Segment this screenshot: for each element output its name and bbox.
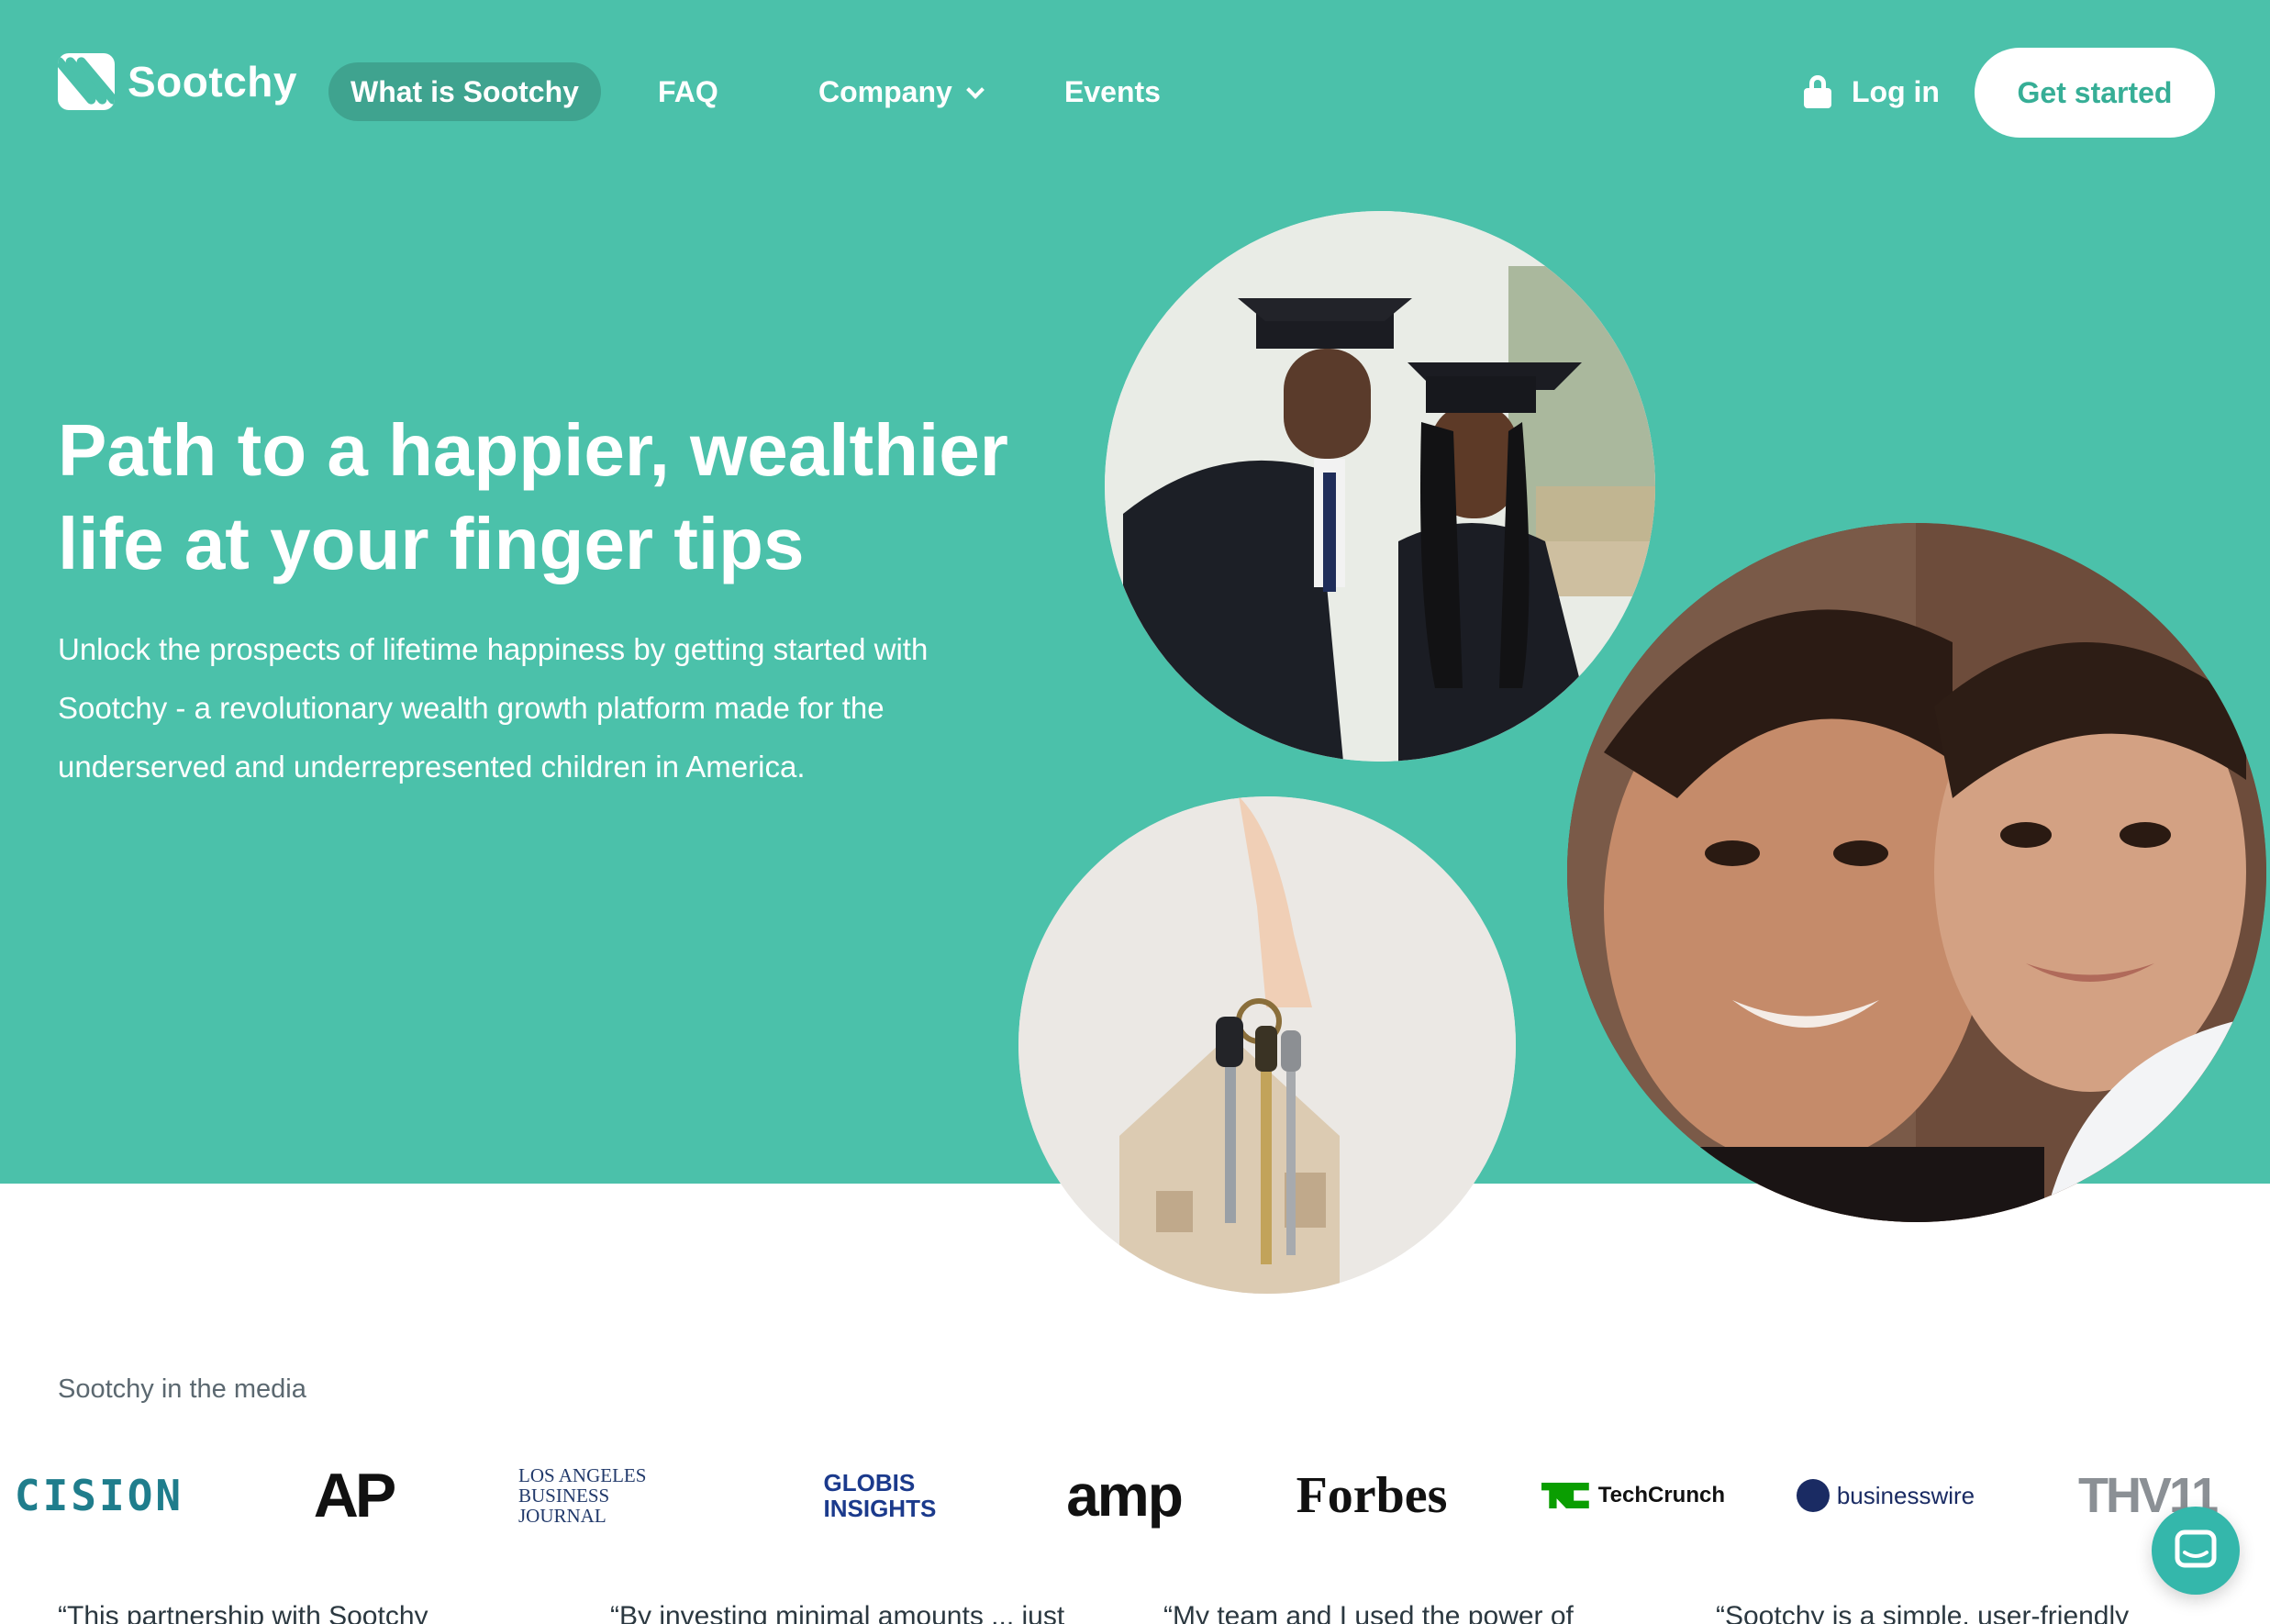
hero-subtext: Unlock the prospects of lifetime happine…: [58, 632, 929, 784]
chevron-down-icon: [965, 81, 985, 99]
nav-item-what-is-sootchy[interactable]: What is Sootchy: [328, 62, 601, 121]
forbes-logo: Forbes: [1296, 1467, 1448, 1524]
media-logo-row: CISION AP Los Angeles Business Journal G…: [0, 1459, 2270, 1532]
nav-item-company-label: Company: [818, 75, 952, 108]
get-started-button[interactable]: Get started: [1975, 48, 2215, 138]
businesswire-mark-icon: [1796, 1479, 1830, 1512]
login-label: Log in: [1852, 74, 1940, 108]
sootchy-logo-icon: [58, 53, 115, 110]
testimonial-snippet: “Sootchy is a simple, user-friendly: [1716, 1601, 2130, 1624]
testimonial-snippet: “My team and I used the power of: [1163, 1601, 1574, 1624]
testimonial-snippet: “By investing minimal amounts ... just: [610, 1601, 1065, 1624]
graduates-photo: [1105, 211, 1655, 762]
businesswire-logo: businesswire: [1794, 1459, 1977, 1532]
lock-icon: [1804, 75, 1831, 108]
house-keys-photo: [1018, 796, 1516, 1294]
nav-item-faq[interactable]: FAQ: [636, 62, 740, 121]
brand-logo[interactable]: Sootchy: [58, 53, 297, 110]
ap-logo: AP: [313, 1461, 396, 1530]
login-link[interactable]: Log in: [1804, 62, 1940, 121]
chat-widget-button[interactable]: [2152, 1507, 2240, 1595]
nav-item-company[interactable]: Company: [796, 62, 1004, 121]
media-section-title: Sootchy in the media: [58, 1374, 306, 1404]
globis-insights-logo: GLOBIS INSIGHTS: [823, 1469, 937, 1522]
cision-logo: CISION: [14, 1471, 184, 1520]
brand-name: Sootchy: [128, 58, 297, 106]
mother-daughter-photo: [1567, 523, 2266, 1222]
hero-headline: Path to a happier, wealthier life at you…: [58, 409, 1008, 584]
top-navigation: Sootchy What is Sootchy FAQ Company Even…: [0, 0, 2270, 184]
chat-icon: [2175, 1529, 2217, 1568]
nav-item-events[interactable]: Events: [1042, 62, 1183, 121]
amp-logo: amp: [1066, 1463, 1184, 1529]
los-angeles-business-journal-logo: Los Angeles Business Journal: [518, 1464, 647, 1527]
testimonial-snippet: “This partnership with Sootchy: [58, 1601, 428, 1624]
techcrunch-logo: TechCrunch: [1541, 1459, 1725, 1532]
techcrunch-mark-icon: [1541, 1483, 1589, 1508]
testimonial-row: “This partnership with Sootchy “By inves…: [0, 1601, 2270, 1624]
